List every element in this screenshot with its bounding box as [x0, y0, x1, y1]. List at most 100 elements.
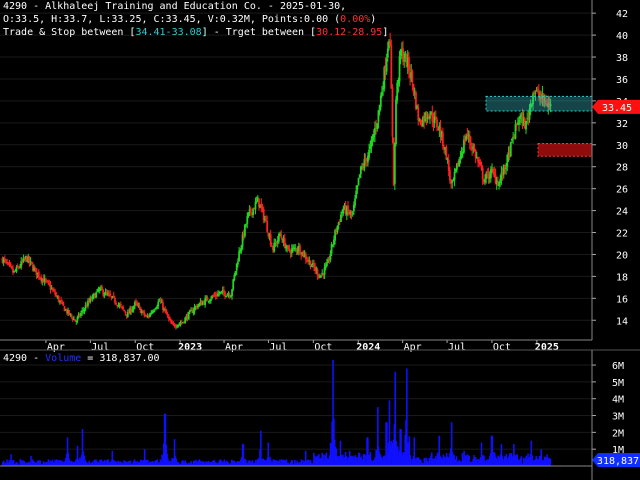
- candle-body: [254, 202, 257, 210]
- candle-body: [446, 158, 449, 160]
- candle-body: [261, 207, 264, 209]
- date-tick-label: Apr: [225, 342, 243, 353]
- date-tick-label: Oct: [314, 342, 332, 353]
- candle-body: [417, 106, 420, 121]
- candle-body: [47, 281, 50, 283]
- candle-body: [124, 311, 127, 314]
- candle-body: [30, 261, 33, 264]
- price-tick-label: 22: [616, 229, 628, 240]
- candle-body: [19, 266, 21, 268]
- candle-body: [316, 269, 319, 276]
- volume-series-name: Volume: [45, 353, 82, 364]
- candle-body: [170, 319, 173, 324]
- target-zone: [537, 142, 593, 157]
- price-tick-label: 40: [616, 31, 628, 42]
- candle-body: [80, 313, 82, 316]
- candle-body: [329, 254, 332, 260]
- candle-body: [379, 95, 382, 107]
- candle-body: [492, 169, 495, 173]
- candle-body: [511, 138, 513, 141]
- candle-body: [402, 48, 404, 62]
- candle-body: [374, 128, 376, 135]
- zones: [485, 95, 593, 157]
- candle-body: [173, 324, 176, 327]
- candle-body: [509, 142, 512, 157]
- candle-body: [184, 317, 187, 324]
- candle-body: [218, 293, 221, 295]
- candle-body: [112, 295, 115, 298]
- candle-body: [363, 159, 366, 169]
- price-tick-label: 18: [616, 272, 628, 283]
- candle-body: [485, 173, 488, 179]
- candle-body: [224, 292, 226, 297]
- candle-body: [54, 291, 57, 296]
- volume-bar: [549, 458, 552, 466]
- price-tick-label: 36: [616, 75, 628, 86]
- ohlc-values: O:33.5, H:33.7, L:33.25, C:33.45, V:0.32…: [3, 14, 341, 25]
- candle-body: [74, 319, 77, 322]
- volume-grid: [0, 364, 592, 450]
- candle-body: [351, 212, 354, 215]
- candle-body: [429, 115, 431, 119]
- candle-body: [381, 91, 383, 96]
- date-tick-label: 2024: [356, 342, 380, 353]
- candle-body: [159, 300, 162, 302]
- candle-body: [376, 123, 379, 130]
- candle-body: [153, 309, 156, 311]
- candle-body: [44, 278, 47, 281]
- candle-body: [206, 297, 209, 301]
- candle-body: [506, 155, 509, 167]
- price-tick-label: 14: [616, 316, 628, 327]
- candle-body: [337, 222, 340, 226]
- volume-tick-label: 4M: [612, 395, 624, 406]
- candle-body: [262, 209, 265, 221]
- candle-body: [451, 180, 454, 183]
- candle-body: [136, 303, 139, 306]
- candle-body: [152, 310, 155, 312]
- candle-body: [177, 324, 180, 327]
- candle-body: [310, 266, 313, 268]
- candle-body: [10, 266, 13, 269]
- candle-body: [132, 306, 135, 310]
- price-tick-label: 26: [616, 185, 628, 196]
- candle-body: [326, 262, 328, 266]
- candle-body: [166, 314, 169, 316]
- candle-body: [101, 287, 103, 290]
- candle-body: [419, 119, 422, 125]
- candle-body: [167, 316, 170, 319]
- candle-body: [48, 282, 51, 285]
- candle-body: [135, 301, 137, 303]
- candle-body: [233, 274, 236, 280]
- candle-body: [470, 142, 472, 146]
- volume-tick-label: 5M: [612, 378, 624, 389]
- candle-body: [484, 179, 486, 182]
- candle-body: [123, 309, 126, 312]
- candle-body: [536, 89, 539, 91]
- candle-body: [396, 82, 399, 101]
- candle-body: [468, 135, 471, 143]
- candle-body: [487, 173, 490, 180]
- candle-body: [535, 90, 538, 92]
- candle-body: [403, 60, 406, 62]
- volume-header: 4290 - Volume = 318,837.00: [3, 352, 160, 366]
- price-tick-label: 42: [616, 9, 628, 20]
- candle-body: [504, 164, 506, 168]
- price-tick-label: 38: [616, 53, 628, 64]
- candle-body: [115, 302, 117, 305]
- candle-body: [246, 216, 249, 224]
- candle-body: [280, 234, 283, 238]
- candle-body: [458, 159, 461, 167]
- candle-body: [234, 271, 237, 276]
- candle-body: [236, 261, 239, 265]
- volume-tick-label: 6M: [612, 361, 624, 372]
- candle-body: [165, 309, 168, 315]
- candle-body: [411, 71, 414, 83]
- candle-body: [138, 305, 141, 308]
- date-tick-label: 2025: [535, 342, 559, 353]
- candle-body: [386, 48, 389, 58]
- candle-body: [266, 220, 269, 232]
- candle-body: [358, 174, 361, 178]
- price-tick-label: 28: [616, 163, 628, 174]
- candle-body: [441, 132, 444, 147]
- price-tick-label: 30: [616, 141, 628, 152]
